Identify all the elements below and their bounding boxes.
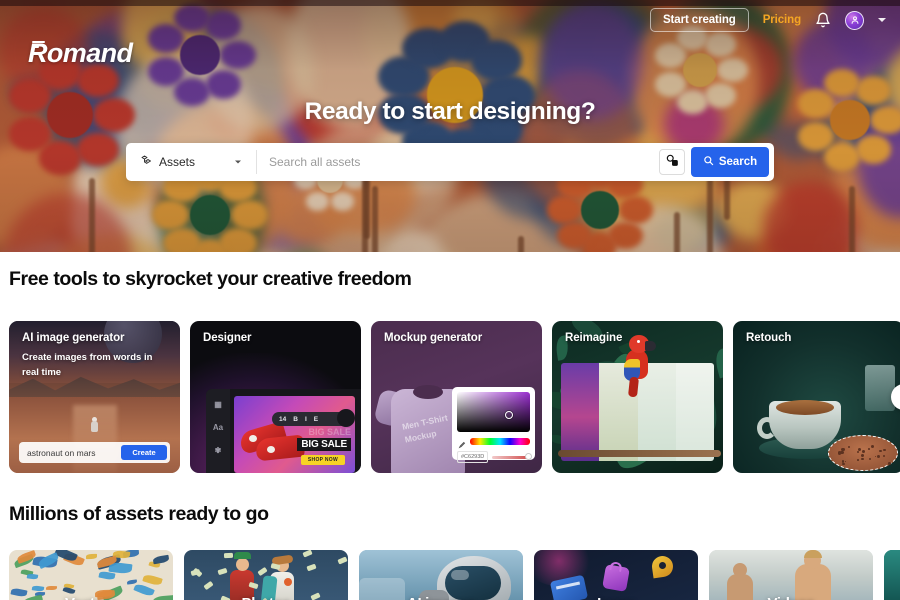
hex-value-field[interactable]: #C6293D — [457, 451, 488, 463]
search-icon — [703, 155, 714, 169]
assets-icon — [140, 153, 152, 171]
tool-card-reimagine[interactable]: Reimagine — [552, 321, 723, 473]
search-scope-dropdown[interactable]: Assets — [126, 143, 257, 181]
pricing-link[interactable]: Pricing — [763, 14, 801, 26]
asset-card-vectors[interactable]: Vectors — [9, 550, 173, 600]
canvas-headline-text: BIG SALE — [297, 438, 351, 451]
brand-logo[interactable]: Romand — [28, 38, 132, 69]
create-button[interactable]: Create — [121, 445, 167, 460]
asset-card-ai-images[interactable]: AI images — [359, 550, 523, 600]
tools-carousel: AI image generator Create images from wo… — [9, 321, 900, 473]
top-navigation: Start creating Pricing — [0, 0, 900, 40]
editor-canvas: BIG SALE BIG SALE SHOP NOW 14 B I E — [234, 396, 355, 473]
tool-card-subtitle: Create images from words in real time — [22, 351, 164, 380]
astronaut-figure — [91, 417, 99, 434]
tool-card-title: Reimagine — [565, 332, 622, 344]
shapes-icon: ✾ — [215, 446, 222, 455]
tool-card-title: Mockup generator — [384, 332, 482, 344]
prompt-input[interactable]: astronaut on mars — [27, 448, 115, 458]
search-scope-label: Assets — [159, 155, 195, 169]
italic-icon: I — [305, 416, 307, 423]
search-button-label: Search — [719, 156, 757, 168]
hero-title: Ready to start designing? — [0, 98, 900, 126]
selected-object-cookie[interactable] — [828, 435, 898, 471]
search-button[interactable]: Search — [691, 147, 769, 177]
hue-slider[interactable] — [470, 438, 530, 445]
asset-card-label: Icons — [534, 595, 698, 600]
tool-card-retouch[interactable]: Retouch — [733, 321, 900, 473]
prompt-input-row: astronaut on mars Create — [19, 442, 170, 463]
designer-editor-mock: ▦ Aa ✾ BIG SALE BIG SALE SHOP NOW 14 B I… — [206, 389, 361, 473]
avatar[interactable] — [845, 11, 864, 30]
text-tool-icon: Aa — [213, 423, 223, 432]
asset-card-label: Vectors — [9, 595, 173, 600]
tool-card-designer[interactable]: ▦ Aa ✾ BIG SALE BIG SALE SHOP NOW 14 B I… — [190, 321, 361, 473]
chevron-down-icon[interactable] — [878, 18, 886, 22]
coffee-surface-graphic — [776, 400, 834, 415]
picker-handle[interactable] — [505, 411, 513, 419]
saturation-field[interactable] — [457, 392, 530, 432]
grid-icon: ▦ — [214, 400, 222, 409]
tool-card-mockup-generator[interactable]: Men T-Shirt Mockup #C6293D Mockup genera… — [371, 321, 542, 473]
alpha-slider[interactable] — [492, 456, 530, 459]
image-search-button[interactable] — [659, 149, 685, 175]
tool-card-title: Designer — [203, 332, 251, 344]
canvas-cta-button: SHOP NOW — [301, 455, 345, 465]
eyedropper-icon[interactable] — [457, 437, 466, 446]
bell-icon[interactable] — [815, 12, 831, 28]
parrot-graphic — [617, 335, 659, 397]
bold-icon: B — [293, 416, 298, 423]
toolbar-overflow-dot — [337, 409, 355, 427]
tool-card-title: AI image generator — [22, 332, 124, 344]
tools-section-title: Free tools to skyrocket your creative fr… — [9, 268, 411, 291]
asset-card-videos[interactable]: Videos — [709, 550, 873, 600]
tool-card-ai-image-generator[interactable]: AI image generator Create images from wo… — [9, 321, 180, 473]
image-search-icon — [665, 153, 679, 172]
glass-graphic — [865, 365, 895, 411]
assets-row: Vectors Photos AI images Icons Videos — [9, 550, 900, 600]
font-size-value: 14 — [279, 416, 286, 423]
page-root: Start creating Pricing Romand Ready to s… — [0, 0, 900, 600]
asset-card-label: AI images — [359, 595, 523, 600]
logo-swoosh-icon — [32, 41, 47, 48]
asset-card-label: Videos — [709, 595, 873, 600]
assets-section-title: Millions of assets ready to go — [9, 503, 269, 526]
search-input[interactable] — [257, 143, 659, 181]
asset-card-label: Photos — [184, 595, 348, 600]
align-icon: E — [314, 416, 318, 423]
color-picker-panel[interactable]: #C6293D — [452, 387, 535, 460]
search-bar: Assets Search — [126, 143, 774, 181]
tool-card-title: Retouch — [746, 332, 791, 344]
asset-card-icons[interactable]: Icons — [534, 550, 698, 600]
branch-graphic — [558, 450, 721, 457]
start-creating-button[interactable]: Start creating — [650, 8, 749, 32]
asset-card-partial[interactable] — [884, 550, 900, 600]
hero-banner: Start creating Pricing Romand Ready to s… — [0, 0, 900, 252]
canvas-ghost-text: BIG SALE — [308, 427, 351, 437]
editor-toolrail: ▦ Aa ✾ — [206, 389, 230, 473]
chevron-down-icon[interactable] — [235, 161, 241, 164]
asset-card-photos[interactable]: Photos — [184, 550, 348, 600]
